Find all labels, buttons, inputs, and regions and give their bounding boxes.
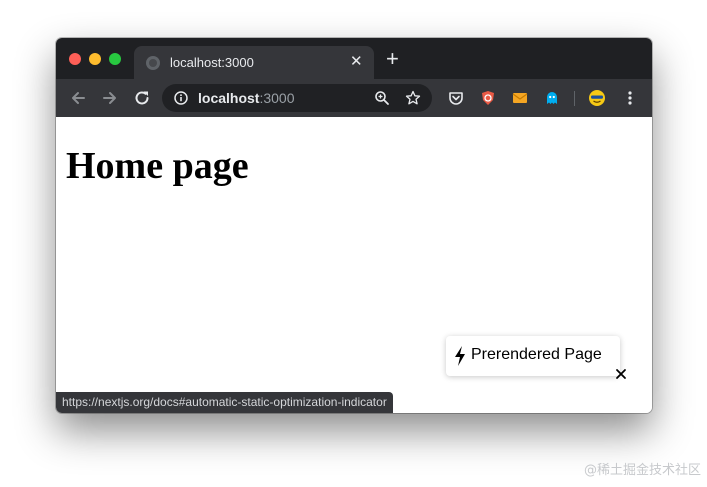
address-url: localhost:3000 <box>198 90 295 106</box>
more-vertical-icon[interactable] <box>620 88 640 108</box>
browser-toolbar: localhost:3000 <box>56 79 652 117</box>
prerender-indicator[interactable]: Prerendered Page <box>446 336 620 376</box>
ghostery-icon[interactable] <box>542 88 562 108</box>
minimize-window-button[interactable] <box>89 53 101 65</box>
browser-window: localhost:3000 ✕ + localhost:3000 Home p… <box>56 38 652 413</box>
pocket-icon[interactable] <box>446 88 466 108</box>
arrow-left-icon[interactable] <box>68 88 88 108</box>
info-icon[interactable] <box>174 91 188 110</box>
arrow-right-icon[interactable] <box>100 88 120 108</box>
star-icon[interactable] <box>405 90 421 111</box>
address-port: :3000 <box>259 90 295 106</box>
mail-extension-icon[interactable] <box>510 88 530 108</box>
close-window-button[interactable] <box>69 53 81 65</box>
close-icon[interactable] <box>614 367 628 381</box>
tab-title: localhost:3000 <box>170 55 254 70</box>
profile-avatar-icon[interactable] <box>587 88 607 108</box>
reload-icon[interactable] <box>132 88 152 108</box>
page-title: Home page <box>66 145 249 187</box>
close-icon[interactable]: ✕ <box>350 54 363 70</box>
page-viewport: Home page Prerendered Page https://nextj… <box>56 117 652 413</box>
watermark: @稀土掘金技术社区 <box>583 463 701 478</box>
address-host: localhost <box>198 90 260 106</box>
tab-localhost[interactable]: localhost:3000 ✕ <box>134 46 374 79</box>
zoom-icon[interactable] <box>374 90 390 111</box>
bolt-icon <box>452 345 468 372</box>
prerender-indicator-label: Prerendered Page <box>471 346 602 363</box>
maximize-window-button[interactable] <box>109 53 121 65</box>
toolbar-divider <box>574 91 575 106</box>
brave-shield-icon[interactable] <box>478 88 498 108</box>
address-bar[interactable]: localhost:3000 <box>162 84 432 112</box>
globe-icon <box>146 56 160 70</box>
plus-icon[interactable]: + <box>386 48 399 70</box>
tab-strip: localhost:3000 ✕ + <box>56 38 652 79</box>
status-bar-url: https://nextjs.org/docs#automatic-static… <box>56 392 393 413</box>
